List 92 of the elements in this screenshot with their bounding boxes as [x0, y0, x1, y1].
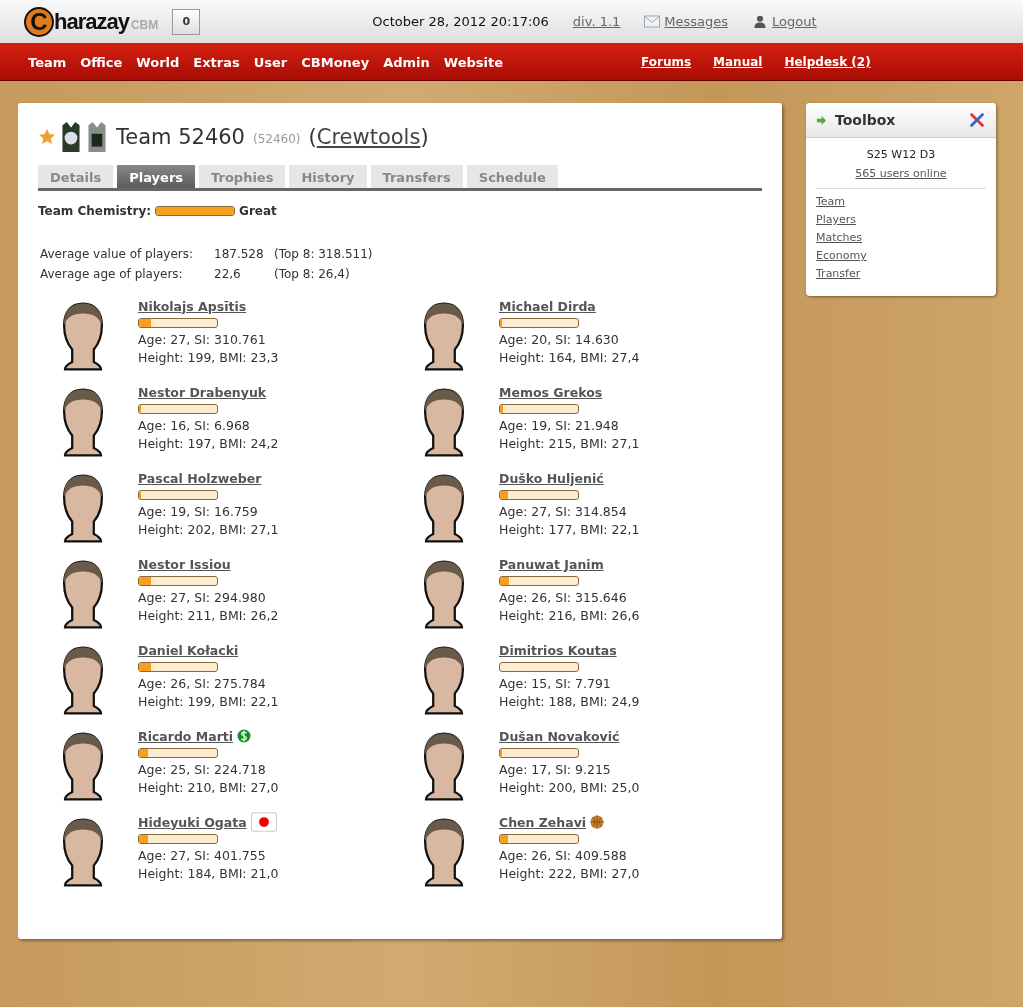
nav-link[interactable]: User — [253, 54, 288, 70]
toolbox-link[interactable]: Players — [816, 213, 856, 226]
average-label: Average age of players: — [40, 266, 184, 283]
player-name-link[interactable]: Pascal Holzweber — [138, 470, 262, 486]
envelope-icon — [644, 15, 661, 28]
age-si-text: Age: 15, SI: 7.791 — [499, 675, 612, 693]
logo-suffix: CBM — [130, 17, 159, 32]
toolbox-link[interactable]: Team — [816, 195, 846, 208]
jersey-icon — [60, 121, 82, 153]
owner-paren: ) — [420, 125, 429, 149]
nav-link[interactable]: Admin — [383, 54, 430, 70]
nav-link[interactable]: Team — [28, 54, 67, 70]
messages-link[interactable]: Messages — [664, 14, 729, 29]
nav-link[interactable]: Extras — [193, 54, 240, 70]
flag-icon — [250, 812, 277, 832]
logo-text[interactable]: harazay — [54, 8, 129, 35]
dollar-icon — [237, 728, 252, 744]
nav-link[interactable]: Helpdesk (2) — [784, 55, 871, 69]
height-bmi-text: Height: 222, BMI: 27,0 — [499, 865, 640, 883]
chemistry-label: Team Chemistry: — [38, 204, 152, 218]
users-online-link[interactable]: 565 users online — [816, 167, 986, 189]
height-bmi-text: Height: 200, BMI: 25,0 — [499, 779, 640, 797]
player-name-link[interactable]: Nestor Issiou — [138, 556, 231, 572]
nav-link[interactable]: Office — [80, 54, 123, 70]
height-bmi-text: Height: 211, BMI: 26,2 — [138, 607, 279, 625]
chemistry-value: Great — [239, 204, 277, 218]
age-si-text: Age: 26, SI: 275.784 — [138, 675, 267, 693]
player-name-link[interactable]: Hideyuki Ogata — [138, 814, 247, 830]
owner-paren: ( — [308, 125, 317, 149]
age-si-text: Age: 25, SI: 224.718 — [138, 761, 267, 779]
age-si-text: Age: 16, SI: 6.968 — [138, 417, 251, 435]
toolbox-link[interactable]: Matches — [816, 231, 863, 244]
logo-mark[interactable]: C — [24, 6, 54, 37]
age-si-text: Age: 26, SI: 315.646 — [499, 589, 628, 607]
height-bmi-text: Height: 177, BMI: 22,1 — [499, 521, 640, 539]
height-bmi-text: Height: 199, BMI: 23,3 — [138, 349, 279, 367]
age-si-text: Age: 19, SI: 21.948 — [499, 417, 620, 435]
height-bmi-text: Height: 210, BMI: 27,0 — [138, 779, 279, 797]
basketball-icon — [590, 814, 605, 830]
player-name-link[interactable]: Memos Grekos — [499, 384, 603, 400]
age-si-text: Age: 27, SI: 310.761 — [138, 331, 267, 349]
nav-link[interactable]: Manual — [713, 55, 763, 69]
arrow-icon — [816, 114, 827, 126]
player-name-link[interactable]: Dimitrios Koutas — [499, 642, 617, 658]
age-si-text: Age: 17, SI: 9.215 — [499, 761, 612, 779]
top-eight-value: (Top 8: 318.511) — [274, 246, 373, 263]
player-name-link[interactable]: Michael Dirda — [499, 298, 596, 314]
date-time: October 28, 2012 20:17:06 — [372, 14, 549, 29]
top-eight-value: (Top 8: 26,4) — [274, 266, 350, 283]
game-date: S25 W12 D3 — [865, 148, 937, 161]
nav-link[interactable]: Website — [443, 54, 503, 70]
star-icon[interactable] — [38, 128, 56, 146]
team-id: (52460) — [253, 132, 301, 146]
logout-link[interactable]: Logout — [772, 14, 817, 29]
division-link[interactable]: div. 1.1 — [572, 14, 621, 29]
height-bmi-text: Height: 202, BMI: 27,1 — [138, 521, 279, 539]
player-name-link[interactable]: Duško Huljenić — [499, 470, 604, 486]
player-name-link[interactable]: Nestor Drabenyuk — [138, 384, 267, 400]
tab[interactable]: Players — [117, 165, 196, 188]
average-value: 187.528 — [214, 246, 265, 263]
toolbox-link[interactable]: Transfer — [816, 267, 861, 280]
toolbox-title: Toolbox — [835, 112, 896, 128]
tools-icon[interactable] — [968, 111, 986, 129]
age-si-text: Age: 27, SI: 314.854 — [499, 503, 628, 521]
player-name-link[interactable]: Nikolajs Apsītis — [138, 298, 247, 314]
age-si-text: Age: 27, SI: 401.755 — [138, 847, 267, 865]
player-name-link[interactable]: Chen Zehavi — [499, 814, 587, 830]
jersey-icon — [86, 121, 108, 153]
player-name-link[interactable]: Ricardo Marti — [138, 728, 234, 744]
age-si-text: Age: 20, SI: 14.630 — [499, 331, 620, 349]
nav-link[interactable]: CBMoney — [301, 54, 370, 70]
average-label: Average value of players: — [40, 246, 195, 263]
height-bmi-text: Height: 216, BMI: 26,6 — [499, 607, 640, 625]
player-name-link[interactable]: Dušan Novaković — [499, 728, 620, 744]
owner-link[interactable]: Crewtools — [316, 125, 421, 149]
player-name-link[interactable]: Daniel Kołacki — [138, 642, 239, 658]
height-bmi-text: Height: 197, BMI: 24,2 — [138, 435, 279, 453]
nav-link[interactable]: Forums — [641, 55, 692, 69]
age-si-text: Age: 19, SI: 16.759 — [138, 503, 259, 521]
height-bmi-text: Height: 199, BMI: 22,1 — [138, 693, 279, 711]
age-si-text: Age: 26, SI: 409.588 — [499, 847, 628, 865]
player-name-link[interactable]: Panuwat Janim — [499, 556, 604, 572]
age-si-text: Age: 27, SI: 294.980 — [138, 589, 267, 607]
height-bmi-text: Height: 184, BMI: 21,0 — [138, 865, 279, 883]
height-bmi-text: Height: 164, BMI: 27,4 — [499, 349, 640, 367]
counter-badge[interactable]: 0 — [172, 8, 201, 35]
nav-link[interactable]: World — [136, 54, 180, 70]
team-name: Team 52460 — [116, 125, 245, 149]
height-bmi-text: Height: 188, BMI: 24,9 — [499, 693, 640, 711]
height-bmi-text: Height: 215, BMI: 27,1 — [499, 435, 640, 453]
toolbox-link[interactable]: Economy — [816, 249, 867, 262]
average-value: 22,6 — [214, 266, 242, 283]
